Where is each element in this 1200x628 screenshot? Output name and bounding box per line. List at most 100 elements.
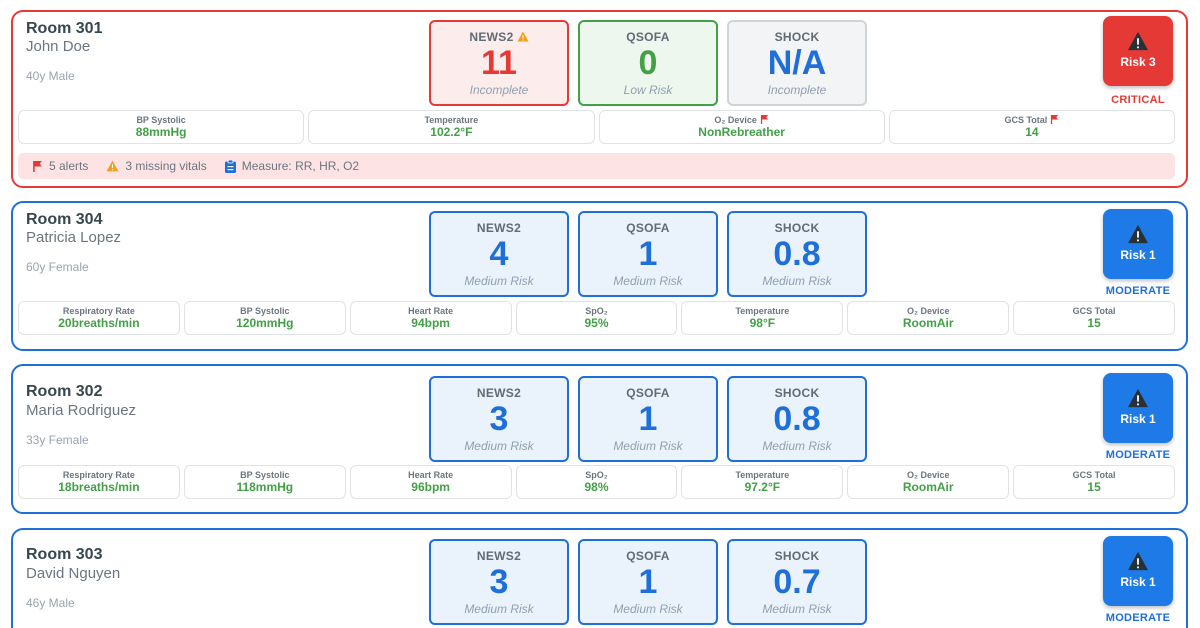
vital-spo2[interactable]: SpO₂ 98% <box>515 465 678 499</box>
vital-respiratory-rate[interactable]: Respiratory Rate 18breaths/min <box>18 465 180 499</box>
shock-status: Medium Risk <box>762 439 832 453</box>
vital-label: Respiratory Rate <box>62 306 135 316</box>
vital-label: GCS Total <box>890 115 1174 125</box>
vital-value: 94bpm <box>411 316 450 330</box>
qsofa-status: Medium Risk <box>613 602 683 616</box>
vital-gcs-total[interactable]: GCS Total 15 <box>1013 465 1176 499</box>
shock-status: Medium Risk <box>762 274 832 288</box>
vital-temperature[interactable]: Temperature 98°F <box>681 301 844 335</box>
qsofa-value: 0 <box>638 44 658 82</box>
vital-value: 120mmHg <box>236 316 294 330</box>
vital-label: Respiratory Rate <box>62 470 135 480</box>
vital-value: 98°F <box>749 316 776 330</box>
qsofa-score-card[interactable]: QSOFA 1 Medium Risk <box>578 211 718 297</box>
missing-vitals[interactable]: 3 missing vitals <box>106 159 207 173</box>
warning-icon <box>1128 31 1148 51</box>
vital-heart-rate[interactable]: Heart Rate 94bpm <box>349 301 512 335</box>
news2-score-card[interactable]: NEWS2 4 Medium Risk <box>429 211 569 297</box>
qsofa-status: Medium Risk <box>613 274 683 288</box>
patient-demographics: 40y Male <box>26 69 75 83</box>
risk-level: CRITICAL <box>1111 94 1165 106</box>
vital-value: NonRebreather <box>698 125 785 139</box>
warning-icon <box>1128 388 1148 408</box>
patient-demographics: 60y Female <box>26 260 89 274</box>
qsofa-label: QSOFA <box>626 221 670 235</box>
vital-o2-device[interactable]: O₂ Device RoomAir <box>847 301 1010 335</box>
vital-temperature[interactable]: Temperature 97.2°F <box>681 465 844 499</box>
qsofa-score-card[interactable]: QSOFA 1 Medium Risk <box>578 539 718 625</box>
qsofa-score-card[interactable]: QSOFA 1 Medium Risk <box>578 376 718 462</box>
warning-icon <box>1128 224 1148 244</box>
vital-bp-systolic[interactable]: BP Systolic 118mmHg <box>183 465 346 499</box>
risk-label: Risk 1 <box>1120 412 1156 426</box>
vital-label: Temperature <box>735 306 790 316</box>
shock-score-card[interactable]: SHOCK 0.7 Medium Risk <box>727 539 867 625</box>
vital-label: Temperature <box>424 115 479 125</box>
vital-label: Heart Rate <box>408 306 454 316</box>
news2-status: Incomplete <box>469 83 529 97</box>
shock-value: 0.8 <box>773 235 821 273</box>
vital-label: GCS Total <box>1072 306 1116 316</box>
vital-value: 118mmHg <box>236 480 294 494</box>
vital-label: BP Systolic <box>240 470 290 480</box>
qsofa-label: QSOFA <box>626 549 670 563</box>
measure-hint[interactable]: Measure: RR, HR, O2 <box>224 159 359 173</box>
alerts-count[interactable]: 5 alerts <box>32 159 88 173</box>
vital-value: 14 <box>1025 125 1039 139</box>
vital-label: Heart Rate <box>408 470 454 480</box>
risk-button[interactable]: Risk 1 <box>1103 209 1173 279</box>
alert-bar: 5 alerts 3 missing vitals Measure: RR, H… <box>18 153 1175 179</box>
shock-label: SHOCK <box>774 221 820 235</box>
vital-value: 102.2°F <box>430 125 473 139</box>
shock-score-card[interactable]: SHOCK 0.8 Medium Risk <box>727 376 867 462</box>
risk-button[interactable]: Risk 1 <box>1103 536 1173 606</box>
qsofa-label: QSOFA <box>626 386 670 400</box>
vital-value: RoomAir <box>902 480 954 494</box>
vital-label: O₂ Device <box>906 470 950 480</box>
news2-score-card[interactable]: NEWS2 11 Incomplete <box>429 20 569 106</box>
vital-gcs-total[interactable]: GCS Total 15 <box>1013 301 1176 335</box>
vital-spo2[interactable]: SpO₂ 95% <box>515 301 678 335</box>
vital-bp-systolic[interactable]: BP Systolic 120mmHg <box>183 301 346 335</box>
news2-label: NEWS2 <box>476 386 522 400</box>
patient-card-room-301[interactable]: Room 301 John Doe 40y Male NEWS2 11 Inco… <box>11 10 1188 188</box>
shock-score-card[interactable]: SHOCK N/A Incomplete <box>727 20 867 106</box>
risk-label: Risk 1 <box>1120 248 1156 262</box>
shock-label: SHOCK <box>774 549 820 563</box>
shock-value: 0.8 <box>773 400 821 438</box>
news2-score-card[interactable]: NEWS2 3 Medium Risk <box>429 539 569 625</box>
vital-value: 15 <box>1087 480 1101 494</box>
news2-label: NEWS2 <box>476 549 522 563</box>
patient-name: Maria Rodriguez <box>26 402 137 419</box>
vital-value: 97.2°F <box>744 480 781 494</box>
vitals-row: Respiratory Rate 20breaths/min BP Systoli… <box>18 301 1176 335</box>
risk-button[interactable]: Risk 3 <box>1103 16 1173 86</box>
vital-o2-device[interactable]: O₂ Device NonRebreather <box>598 110 885 144</box>
vital-label: SpO₂ <box>585 306 608 316</box>
risk-button[interactable]: Risk 1 <box>1103 373 1173 443</box>
room-number: Room 304 <box>26 211 103 228</box>
news2-score-card[interactable]: NEWS2 3 Medium Risk <box>429 376 569 462</box>
news2-status: Medium Risk <box>464 602 534 616</box>
vital-value: 96bpm <box>411 480 450 494</box>
vital-temperature[interactable]: Temperature 102.2°F <box>308 110 595 144</box>
vital-heart-rate[interactable]: Heart Rate 96bpm <box>349 465 512 499</box>
patient-card-room-304[interactable]: Room 304 Patricia Lopez 60y Female NEWS2… <box>11 201 1188 351</box>
shock-label: SHOCK <box>774 386 820 400</box>
vital-bp-systolic[interactable]: BP Systolic 88mmHg <box>18 110 305 144</box>
qsofa-score-card[interactable]: QSOFA 0 Low Risk <box>578 20 718 106</box>
vital-respiratory-rate[interactable]: Respiratory Rate 20breaths/min <box>18 301 180 335</box>
shock-score-card[interactable]: SHOCK 0.8 Medium Risk <box>727 211 867 297</box>
news2-value: 4 <box>489 235 509 273</box>
vital-label: O₂ Device <box>600 115 884 125</box>
vital-gcs-total[interactable]: GCS Total 14 <box>888 110 1175 144</box>
vital-value: 98% <box>584 480 609 494</box>
qsofa-value: 1 <box>638 235 658 273</box>
patient-card-room-302[interactable]: Room 302 Maria Rodriguez 33y Female NEWS… <box>11 364 1188 514</box>
vital-o2-device[interactable]: O₂ Device RoomAir <box>847 465 1010 499</box>
patient-name: Patricia Lopez <box>26 229 122 246</box>
patient-card-room-303[interactable]: Room 303 David Nguyen 46y Male NEWS2 3 M… <box>11 528 1188 628</box>
shock-status: Medium Risk <box>762 602 832 616</box>
vitals-row: BP Systolic 88mmHg Temperature 102.2°F O… <box>18 110 1175 144</box>
vital-value: 88mmHg <box>135 125 187 139</box>
